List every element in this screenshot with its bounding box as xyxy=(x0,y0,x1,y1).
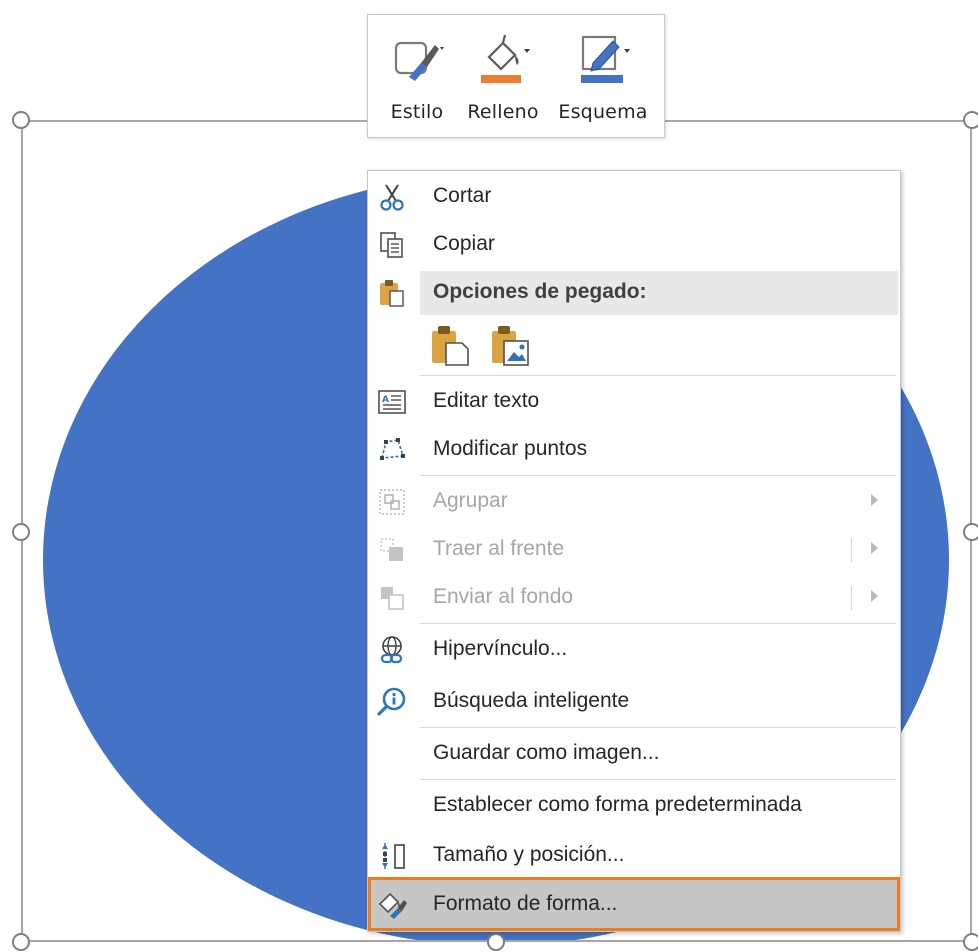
menu-item-edit-text[interactable]: A Editar texto xyxy=(368,380,900,424)
menu-item-label: Guardar como imagen... xyxy=(433,741,660,764)
menu-item-label: Hipervínculo... xyxy=(433,637,568,660)
outline-pen-icon xyxy=(581,35,630,83)
menu-item-size-and-position[interactable]: Tamaño y posición... xyxy=(368,834,900,878)
smart-lookup-icon xyxy=(377,687,406,716)
menu-separator xyxy=(420,727,896,728)
resize-handle-top-left[interactable] xyxy=(12,111,30,129)
menu-item-label: Búsqueda inteligente xyxy=(433,689,630,712)
menu-item-label: Enviar al fondo xyxy=(433,585,574,608)
paste-picture-icon[interactable] xyxy=(488,323,532,367)
menu-item-send-to-back: Enviar al fondo xyxy=(368,576,900,620)
menu-item-group: Agrupar xyxy=(368,480,900,524)
shape-style-icon xyxy=(394,41,444,81)
paint-bucket-icon xyxy=(481,34,530,83)
resize-handle-middle-left[interactable] xyxy=(12,523,30,541)
resize-handle-middle-right[interactable] xyxy=(963,523,978,541)
split-divider xyxy=(851,586,852,610)
submenu-arrow-icon xyxy=(871,494,878,506)
edit-text-icon: A xyxy=(378,390,406,414)
format-shape-icon xyxy=(378,892,407,919)
send-to-back-icon xyxy=(381,587,404,610)
resize-handle-bottom-right[interactable] xyxy=(963,933,978,951)
submenu-arrow-icon xyxy=(871,590,878,602)
menu-item-label: Formato de forma... xyxy=(433,892,618,915)
paste-keep-format-icon[interactable] xyxy=(428,323,472,367)
outline-button[interactable]: Esquema xyxy=(558,23,648,123)
menu-separator xyxy=(420,623,896,624)
menu-item-label: Cortar xyxy=(433,184,492,207)
outline-label: Esquema xyxy=(558,101,648,123)
menu-item-label: Modificar puntos xyxy=(433,437,588,460)
resize-handle-top-right[interactable] xyxy=(963,111,978,129)
submenu-arrow-icon xyxy=(871,542,878,554)
menu-item-label: Tamaño y posición... xyxy=(433,843,625,866)
menu-separator xyxy=(420,779,896,780)
paste-icon xyxy=(380,280,404,307)
style-label: Estilo xyxy=(390,101,444,123)
menu-item-label: Establecer como forma predeterminada xyxy=(433,793,802,816)
paste-options-header: Opciones de pegado: xyxy=(420,271,898,315)
menu-item-format-shape[interactable]: Formato de forma... xyxy=(368,877,900,931)
paste-options-label: Opciones de pegado: xyxy=(433,280,647,303)
menu-item-set-default-shape[interactable]: Establecer como forma predeterminada xyxy=(368,784,900,828)
svg-text:A: A xyxy=(382,395,389,405)
menu-separator xyxy=(420,475,896,476)
group-icon xyxy=(379,489,405,515)
menu-separator xyxy=(420,375,896,376)
edit-points-icon xyxy=(380,438,405,460)
copy-icon xyxy=(380,232,403,258)
menu-item-bring-to-front: Traer al frente xyxy=(368,528,900,572)
style-button[interactable]: Estilo xyxy=(372,23,462,123)
split-divider xyxy=(851,538,852,562)
bring-to-front-icon xyxy=(380,538,403,561)
mini-toolbar: Estilo Relleno Esquema xyxy=(367,14,665,138)
scissors-icon xyxy=(380,184,404,211)
menu-item-hyperlink[interactable]: Hipervínculo... xyxy=(368,628,900,672)
menu-item-copy[interactable]: Copiar xyxy=(368,223,900,267)
size-position-icon xyxy=(382,843,405,869)
menu-item-edit-points[interactable]: Modificar puntos xyxy=(368,428,900,472)
resize-handle-bottom-center[interactable] xyxy=(487,933,505,951)
menu-item-label: Agrupar xyxy=(433,489,508,512)
menu-item-label: Editar texto xyxy=(433,389,540,412)
menu-item-label: Copiar xyxy=(433,232,495,255)
fill-button[interactable]: Relleno xyxy=(458,23,548,123)
menu-item-save-as-picture[interactable]: Guardar como imagen... xyxy=(368,732,900,776)
menu-item-label: Traer al frente xyxy=(433,537,565,560)
menu-item-smart-lookup[interactable]: Búsqueda inteligente xyxy=(368,680,900,724)
fill-label: Relleno xyxy=(467,101,539,123)
menu-item-cut[interactable]: Cortar xyxy=(368,175,900,219)
hyperlink-icon xyxy=(380,636,403,664)
context-menu: Cortar Copiar Opciones de pegado: A Edit… xyxy=(367,170,901,932)
resize-handle-bottom-left[interactable] xyxy=(12,933,30,951)
